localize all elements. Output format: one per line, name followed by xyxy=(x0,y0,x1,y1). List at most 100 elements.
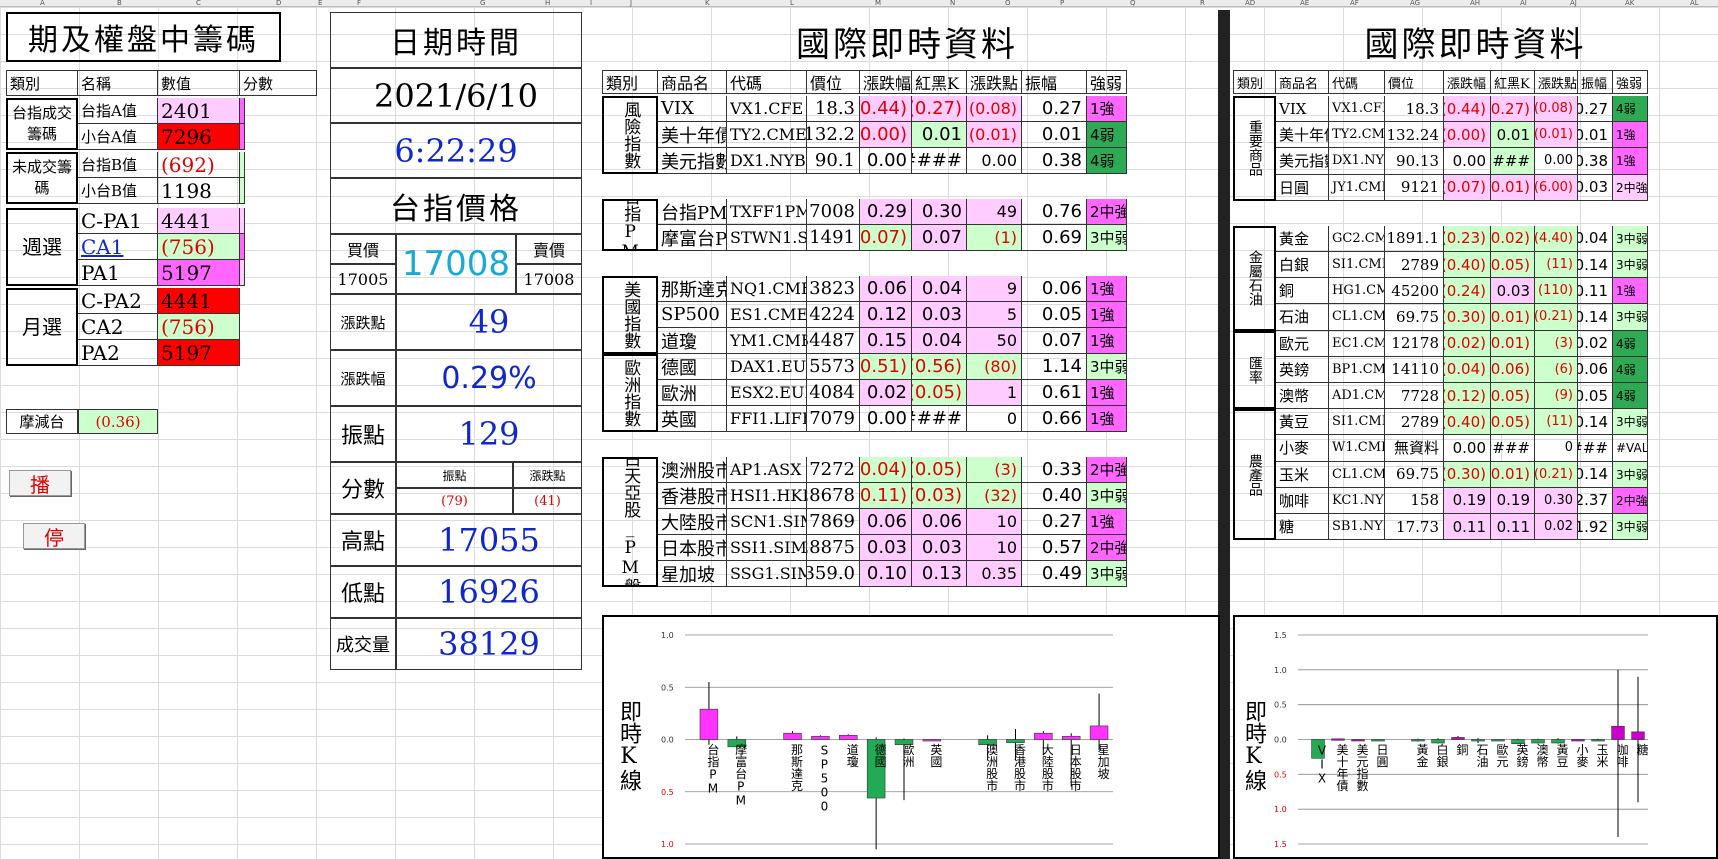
x-category-label: 那斯達克 xyxy=(790,743,804,792)
column-letter[interactable]: M xyxy=(875,0,881,7)
left-row-score: 63 xyxy=(240,98,245,124)
column-letter[interactable]: AE xyxy=(1300,0,1309,7)
left-row-name[interactable]: CA1 xyxy=(78,234,158,260)
column-letter[interactable]: O xyxy=(1005,0,1011,7)
intl-row-name: 星加坡 xyxy=(658,561,727,587)
score-v1: (79) xyxy=(396,488,513,514)
intl2-row-pts: (0.21) xyxy=(1535,304,1578,331)
intl-row-price: 4084 xyxy=(807,380,860,406)
intl-row-pct: (0.11) xyxy=(860,483,912,509)
intl2-row-str: #VALUE! xyxy=(1613,435,1648,462)
intl2-row-code: CL1.CME xyxy=(1329,461,1385,488)
intl-row-code: AP1.ASX xyxy=(727,457,807,483)
play-button[interactable]: 播 xyxy=(9,470,71,497)
intl-row-amp: 1.14 xyxy=(1022,354,1087,380)
intl2-row-k: 0.01 xyxy=(1491,122,1535,149)
intl-row-k: (0.03) xyxy=(912,483,967,509)
intl2-row-name: VIX xyxy=(1276,96,1329,123)
intl2-row-pts: (9) xyxy=(1535,383,1578,410)
intl2-row-name: 白銀 xyxy=(1276,252,1329,279)
column-letter[interactable]: AL xyxy=(1690,0,1699,7)
column-letter[interactable]: AK xyxy=(1625,0,1634,7)
column-letter[interactable]: R xyxy=(1200,0,1205,7)
intl2-row-str: 3中弱 xyxy=(1613,409,1648,436)
intl2-row-str: 4弱 xyxy=(1613,356,1648,383)
left-row-name: 小台A值 xyxy=(78,124,158,150)
column-letter[interactable]: F xyxy=(357,0,361,7)
column-letter[interactable]: AH xyxy=(1470,0,1480,7)
x-category-label: 美元指數 xyxy=(1355,743,1369,792)
intl-row-code: DAX1.EUREX xyxy=(727,354,807,380)
x-category-label: 美十年債 xyxy=(1335,743,1349,792)
intl2-row-price: 1891.1 xyxy=(1385,225,1444,252)
intl2-row-pct: (0.02) xyxy=(1444,330,1491,357)
left-title: 期及權盤中籌碼 xyxy=(6,12,281,62)
intl-group-label: 風險指數 xyxy=(602,96,658,174)
intl-row-str: 1強 xyxy=(1087,406,1127,432)
column-letter[interactable]: AJ xyxy=(1570,0,1577,7)
column-letter[interactable]: A xyxy=(40,0,45,7)
intl2-row-name: 美十年債 xyxy=(1276,122,1329,149)
intl-row-str: 1強 xyxy=(1087,328,1127,354)
intl-row-code: VX1.CFE xyxy=(727,96,807,122)
column-letter[interactable]: P xyxy=(1060,0,1064,7)
sell-value: 17008 xyxy=(516,264,582,294)
column-letter[interactable]: I xyxy=(590,0,592,7)
column-letter[interactable]: AD xyxy=(1245,0,1255,7)
column-letter[interactable]: N xyxy=(950,0,955,7)
intl2-group-label: 匯率 xyxy=(1233,330,1276,410)
column-letter[interactable]: H xyxy=(545,0,550,7)
column-letter[interactable]: AI xyxy=(1520,0,1527,7)
intl-row-name: 大陸股市 xyxy=(658,509,727,535)
intl-row-amp: 0.49 xyxy=(1022,561,1087,587)
intl2-row-code: GC2.CME xyxy=(1329,225,1385,252)
x-category-label: 道瓊 xyxy=(845,743,859,767)
left-row-value: 5197 xyxy=(158,340,240,366)
left-row-value: 7296 xyxy=(158,124,240,150)
column-letter[interactable]: K xyxy=(705,0,710,7)
kline-label-2: 即時K線 xyxy=(1241,700,1266,791)
column-letter[interactable]: D xyxy=(276,0,281,7)
left-row-value: 4441 xyxy=(158,208,240,234)
intl2-row-price: 158 xyxy=(1385,487,1444,514)
intl-row-k: ##### xyxy=(912,406,967,432)
intl-row-code: DX1.NYBOT xyxy=(727,148,807,174)
column-letter[interactable]: Q xyxy=(1130,0,1136,7)
column-letter[interactable]: C xyxy=(196,0,201,7)
x-category-label: 英國 xyxy=(929,743,943,767)
y-tick-label: 0.0 xyxy=(1274,736,1287,745)
intl2-row-amp: 0.27 xyxy=(1578,96,1613,123)
x-category-label: 星加坡 xyxy=(1096,743,1110,779)
intl-row-amp: 0.76 xyxy=(1022,199,1087,225)
column-letter[interactable]: B xyxy=(117,0,122,7)
column-letter[interactable]: G xyxy=(480,0,485,7)
intl-row-name: 澳洲股市 xyxy=(658,457,727,483)
intl2-row-str: 3中弱 xyxy=(1613,304,1648,331)
column-letter[interactable]: L xyxy=(790,0,794,7)
intl2-row-pct: 0.00 xyxy=(1444,435,1491,462)
intl2-row-pct: (0.30) xyxy=(1444,304,1491,331)
intl2-row-str: 1強 xyxy=(1613,278,1648,305)
x-category-label: 石油 xyxy=(1475,744,1489,768)
column-letter[interactable]: E xyxy=(318,0,322,7)
intl-row-k: 0.07 xyxy=(912,225,967,251)
intl2-row-name: 黃金 xyxy=(1276,225,1329,252)
left-row-name: PA2 xyxy=(78,340,158,366)
intl-row-pct: (0.04) xyxy=(860,457,912,483)
intl-row-price: 7079 xyxy=(807,406,860,432)
left-row-value: (692) xyxy=(158,152,240,178)
intl2-row-str: 1強 xyxy=(1613,122,1648,149)
stop-button[interactable]: 停 xyxy=(23,523,85,550)
column-header-bar: A B C D E F G H I J K L M N O P Q R AD AE AF AG AH AI AJ AK AL xyxy=(0,0,1718,7)
intl2-row-code: AD1.CME xyxy=(1329,383,1385,410)
intl2-row-str: 2中強 xyxy=(1613,487,1648,514)
column-letter[interactable]: AF xyxy=(1350,0,1359,7)
intl-header: 漲跌點 xyxy=(967,70,1022,94)
intl-row-name: 歐洲 xyxy=(658,380,727,406)
intl-row-pts: 10 xyxy=(967,509,1022,535)
left-row-score: 30 xyxy=(240,234,245,260)
column-letter[interactable]: AG xyxy=(1410,0,1420,7)
column-letter[interactable]: J xyxy=(630,0,632,7)
candle-body xyxy=(1471,739,1485,742)
intl-group-label: 美國指數 xyxy=(602,276,658,354)
